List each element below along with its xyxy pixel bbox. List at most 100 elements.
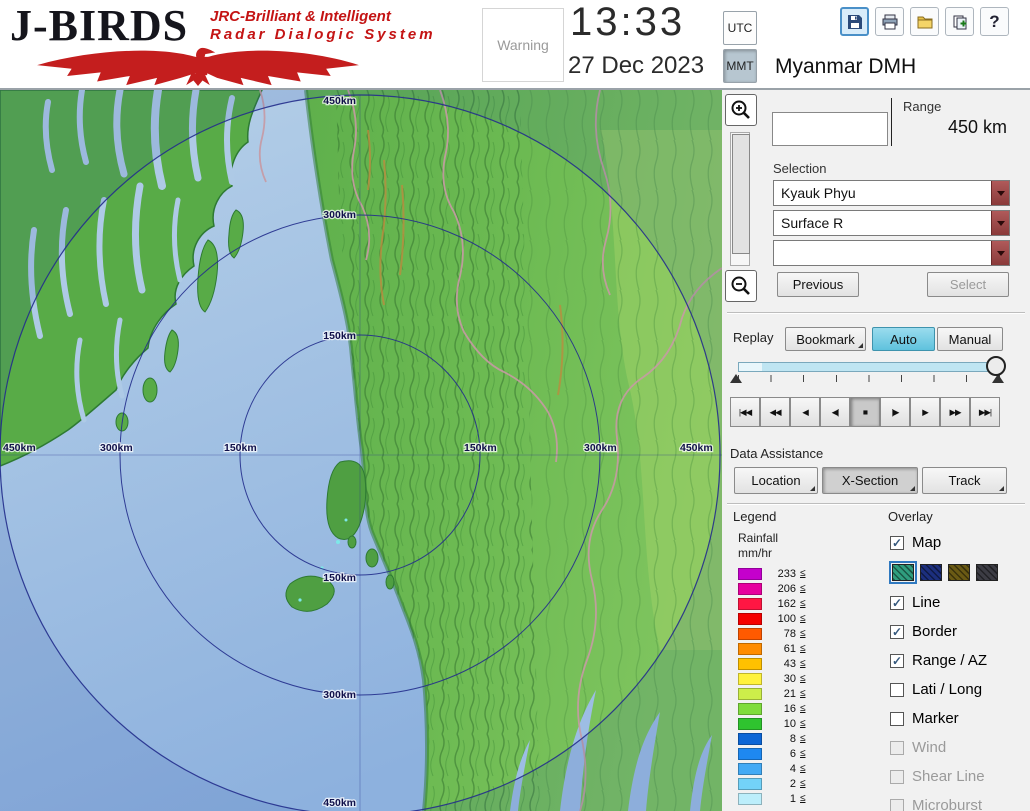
fast-rewind-button[interactable]: ◀◀ (760, 397, 790, 427)
checkbox[interactable] (890, 712, 904, 726)
dropdown-arrow-icon[interactable] (991, 181, 1009, 205)
location-button[interactable]: Location (734, 467, 818, 494)
overlay-label: Overlay (888, 509, 933, 524)
stop-button[interactable]: ■ (850, 397, 880, 427)
legend-lte-symbol: ≤ (800, 688, 806, 699)
checkbox[interactable] (890, 625, 904, 639)
slider-start-marker[interactable] (730, 374, 742, 383)
checkbox[interactable] (890, 536, 904, 550)
step-back-button[interactable]: ◀ (790, 397, 820, 427)
overlay-item-range-az[interactable]: Range / AZ (890, 646, 1028, 675)
slider-ticks (738, 375, 1000, 382)
legend-color-swatch (738, 703, 762, 715)
prev-frame-button[interactable]: ◀| (820, 397, 850, 427)
range-ring-label: 150km (224, 442, 257, 454)
skip-to-end-button[interactable]: ▶▶| (970, 397, 1000, 427)
save-button[interactable] (840, 7, 869, 36)
fast-forward-button[interactable]: ▶▶ (940, 397, 970, 427)
zoom-scrollbar[interactable] (730, 132, 750, 266)
dropdown-arrow-icon[interactable] (991, 241, 1009, 265)
export-button[interactable] (945, 7, 974, 36)
bookmark-button[interactable]: Bookmark (785, 327, 866, 351)
selection-dropdown-product[interactable]: Surface R (773, 210, 1010, 236)
timezone-toggle: UTC MMT (723, 11, 757, 87)
logo-title: J-BIRDS (10, 0, 188, 51)
eagle-logo-icon (12, 46, 384, 86)
save-icon (846, 13, 864, 31)
clock-date: 27 Dec 2023 (568, 52, 704, 80)
legend-color-swatch (738, 658, 762, 670)
zoom-out-icon (730, 275, 752, 297)
checkbox[interactable] (890, 654, 904, 668)
legend-color-swatch (738, 748, 762, 760)
j-birds-app: J-BIRDS JRC-Brilliant & Intelligent Rada… (0, 0, 1030, 811)
replay-timeline-slider[interactable] (738, 362, 1000, 372)
legend-row: 16≤ (738, 701, 806, 716)
legend-value: 2 (770, 778, 796, 790)
play-button[interactable]: ▶ (910, 397, 940, 427)
slider-thumb[interactable] (986, 356, 1006, 376)
legend-row: 78≤ (738, 626, 806, 641)
legend-lte-symbol: ≤ (800, 583, 806, 594)
legend-lte-symbol: ≤ (800, 718, 806, 729)
checkbox[interactable] (890, 683, 904, 697)
map-style-swatch[interactable] (976, 564, 998, 581)
mmt-button[interactable]: MMT (723, 49, 757, 83)
legend-value: 61 (770, 643, 796, 655)
help-button[interactable]: ? (980, 7, 1009, 36)
x-section-button[interactable]: X-Section (822, 467, 918, 494)
legend-lte-symbol: ≤ (800, 748, 806, 759)
overlay-item-marker[interactable]: Marker (890, 704, 1028, 733)
map-style-swatch[interactable] (948, 564, 970, 581)
manual-mode-button[interactable]: Manual (937, 327, 1003, 351)
track-label: Track (948, 473, 980, 488)
legend-lte-symbol: ≤ (800, 778, 806, 789)
overlay-item-label: Microburst (912, 797, 982, 811)
corner-arrow-icon (999, 486, 1004, 491)
range-input-field[interactable] (772, 112, 888, 146)
range-ring-label: 300km (100, 442, 133, 454)
skip-to-start-button[interactable]: |◀◀ (730, 397, 760, 427)
checkbox[interactable] (890, 596, 904, 610)
radar-map[interactable]: 450km 300km 150km 150km 300km 450km 450k… (0, 90, 722, 811)
legend-lte-symbol: ≤ (800, 763, 806, 774)
range-label: Range (903, 99, 941, 114)
legend-color-swatch (738, 673, 762, 685)
legend-value: 206 (770, 583, 796, 595)
auto-mode-button[interactable]: Auto (872, 327, 935, 351)
overlay-item-lati-long[interactable]: Lati / Long (890, 675, 1028, 704)
legend-value: 10 (770, 718, 796, 730)
dropdown-arrow-icon[interactable] (991, 211, 1009, 235)
legend-color-swatch (738, 718, 762, 730)
overlay-item-line[interactable]: Line (890, 588, 1028, 617)
zoom-scrollbar-thumb[interactable] (732, 134, 750, 254)
legend-lte-symbol: ≤ (800, 628, 806, 639)
map-style-swatch[interactable] (892, 564, 914, 581)
selection-dropdown-extra[interactable] (773, 240, 1010, 266)
zoom-out-button[interactable] (725, 270, 757, 302)
range-ring-label: 450km (3, 442, 36, 454)
zoom-in-button[interactable] (725, 94, 757, 126)
select-button[interactable]: Select (927, 272, 1009, 297)
track-button[interactable]: Track (922, 467, 1007, 494)
utc-button[interactable]: UTC (723, 11, 757, 45)
overlay-item-label: Range / AZ (912, 652, 987, 669)
range-ring-label: 150km (464, 442, 497, 454)
previous-button[interactable]: Previous (777, 272, 859, 297)
legend-unit-line2: mm/hr (738, 546, 772, 560)
range-ring-label: 150km (323, 572, 356, 584)
overlay-item-border[interactable]: Border (890, 617, 1028, 646)
slider-fill (739, 363, 762, 371)
legend-row: 21≤ (738, 686, 806, 701)
map-style-swatch[interactable] (920, 564, 942, 581)
dropdown-value: Surface R (774, 215, 991, 231)
open-button[interactable] (910, 7, 939, 36)
next-frame-button[interactable]: |▶ (880, 397, 910, 427)
control-panel: Range 450 km Selection Kyauk Phyu Surfac… (722, 90, 1030, 811)
overlay-item-label: Line (912, 594, 940, 611)
print-button[interactable] (875, 7, 904, 36)
selection-dropdown-site[interactable]: Kyauk Phyu (773, 180, 1010, 206)
overlay-item-label: Wind (912, 739, 946, 756)
selection-label: Selection (773, 161, 826, 176)
overlay-item-map[interactable]: Map (890, 528, 1028, 557)
